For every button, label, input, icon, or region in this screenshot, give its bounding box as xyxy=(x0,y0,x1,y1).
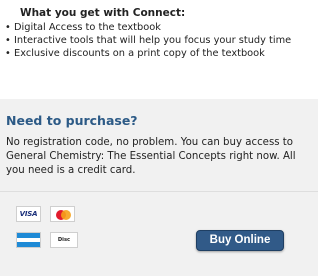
bullet-icon: • xyxy=(5,22,11,33)
benefit-item: • Digital Access to the textbook xyxy=(5,21,161,34)
purchase-description: No registration code, no problem. You ca… xyxy=(6,137,296,176)
bullet-icon: • xyxy=(5,35,11,46)
mastercard-orange-circle xyxy=(61,210,71,220)
benefit-item: • Interactive tools that will help you fo… xyxy=(5,34,291,47)
page: What you get with Connect: • Digital Acce… xyxy=(0,0,318,276)
benefit-text: Digital Access to the textbook xyxy=(14,22,161,33)
connect-benefits-title: What you get with Connect: xyxy=(20,7,186,19)
visa-card-icon: VISA xyxy=(16,206,41,222)
benefit-text: Exclusive discounts on a print copy of t… xyxy=(14,48,265,59)
amex-band-bottom xyxy=(17,242,40,247)
divider xyxy=(0,191,318,192)
purchase-title: Need to purchase? xyxy=(6,113,138,128)
purchase-panel: Need to purchase? No registration code, … xyxy=(0,99,318,276)
buy-online-button[interactable]: Buy Online xyxy=(196,230,284,251)
discover-o: o xyxy=(51,247,77,248)
mastercard-icon xyxy=(50,206,75,222)
discover-logo-text: Discover xyxy=(51,233,77,248)
benefit-text: Interactive tools that will help you foc… xyxy=(14,35,292,46)
visa-logo-text: VISA xyxy=(19,210,38,218)
benefit-item: • Exclusive discounts on a print copy of … xyxy=(5,47,265,60)
amex-card-icon xyxy=(16,232,41,248)
discover-card-icon: Discover xyxy=(50,232,78,248)
discover-prefix: Disc xyxy=(57,237,71,243)
bullet-icon: • xyxy=(5,48,11,59)
connect-benefits: What you get with Connect: • Digital Acce… xyxy=(0,0,318,84)
